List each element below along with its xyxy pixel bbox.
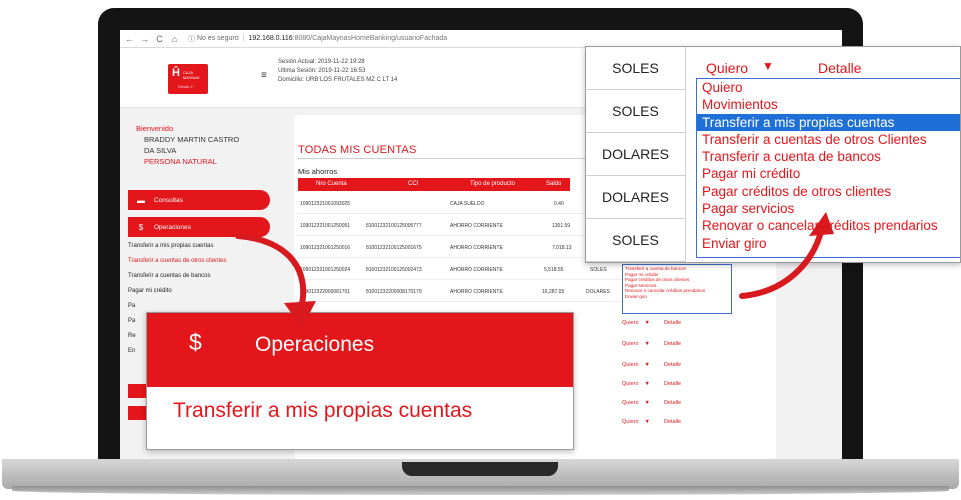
callout-arrows <box>235 212 834 328</box>
curved-arrow-right <box>739 225 825 299</box>
arrow-head-right <box>809 212 834 236</box>
arrow-head-left <box>284 301 316 328</box>
laptop-mockup: ← → C ⌂ ⓘ No es seguro | 192.168.0.116 :… <box>0 0 961 500</box>
curved-arrow-left <box>235 233 307 315</box>
